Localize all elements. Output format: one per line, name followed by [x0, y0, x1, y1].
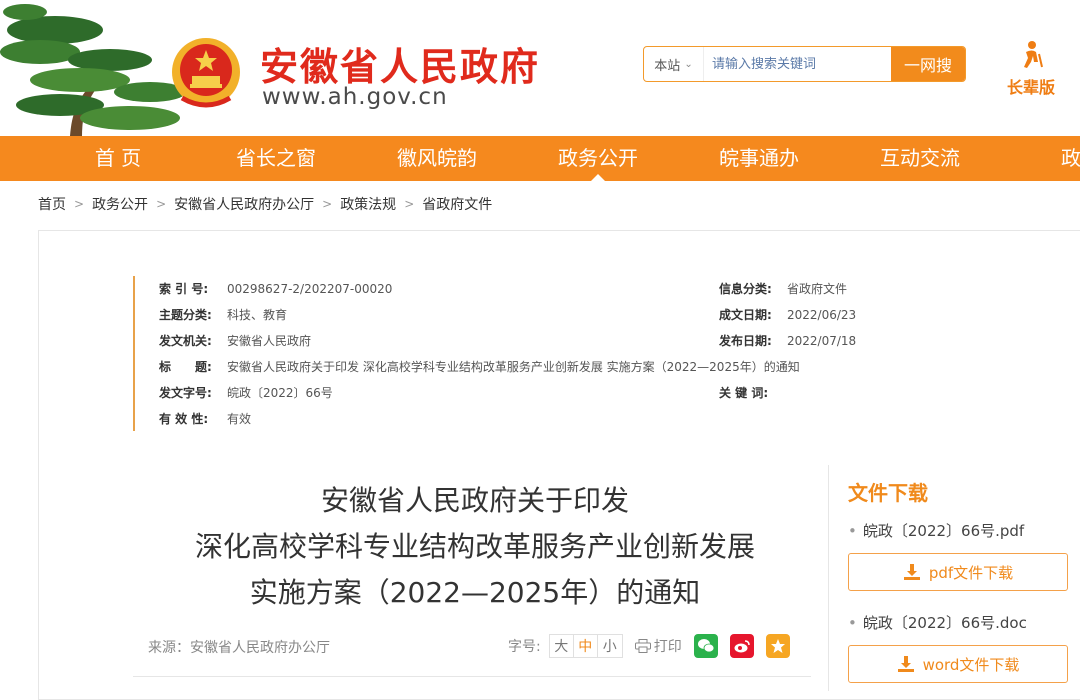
document-title-line: 安徽省人民政府关于印发 — [320, 484, 629, 517]
meta-value: 2022/06/23 — [787, 308, 857, 322]
sidebar-divider — [828, 465, 829, 691]
printer-icon — [634, 639, 651, 653]
search-bar: 本站 ⌄ 一网搜 — [643, 46, 966, 82]
main-nav: 首 页 省长之窗 徽风皖韵 政务公开 皖事通办 互动交流 政府 — [0, 136, 1080, 181]
nav-item-governor[interactable]: 省长之窗 — [196, 136, 356, 181]
pdf-download-label: pdf文件下载 — [928, 563, 1014, 582]
file-name-text: 皖政〔2022〕66号.pdf — [862, 522, 1025, 540]
breadcrumb-gov-affairs[interactable]: 政务公开 — [92, 194, 148, 214]
font-size-small[interactable]: 小 — [598, 635, 622, 657]
star-icon — [770, 639, 785, 653]
weibo-icon — [734, 640, 750, 653]
document-meta-box: 索 引 号: 00298627-2/202207-00020 主题分类: 科技、教育… — [133, 276, 923, 431]
chevron-right-icon: > — [404, 197, 415, 211]
meta-doc-no: 发文字号: 皖政〔2022〕66号 — [159, 383, 333, 403]
article-toolbar: 字号: 大 中 小 打印 — [508, 634, 790, 658]
print-label: 打印 — [653, 639, 682, 655]
meta-pub-date: 发布日期: 2022/07/18 — [719, 331, 856, 351]
nav-item-gov-affairs[interactable]: 政务公开 — [518, 136, 678, 181]
meta-key: 主题分类: — [159, 308, 212, 322]
site-url: www.ah.gov.cn — [262, 84, 448, 110]
meta-value: 安徽省人民政府 — [227, 334, 312, 348]
font-size-label: 字号: — [508, 639, 541, 655]
meta-key: 发布日期: — [719, 334, 772, 348]
meta-key: 信息分类: — [719, 282, 772, 296]
chevron-right-icon: > — [322, 197, 333, 211]
meta-value: 皖政〔2022〕66号 — [227, 386, 333, 400]
breadcrumb-docs[interactable]: 省政府文件 — [422, 194, 492, 214]
file-name-doc: • 皖政〔2022〕66号.doc — [848, 612, 1027, 633]
meta-value: 00298627-2/202207-00020 — [227, 282, 393, 296]
search-scope-label: 本站 — [654, 58, 681, 74]
nav-item-services[interactable]: 皖事通办 — [679, 136, 839, 181]
meta-keywords: 关 键 词: — [719, 383, 787, 403]
chevron-right-icon: > — [156, 197, 167, 211]
meta-made-date: 成文日期: 2022/06/23 — [719, 305, 856, 325]
meta-value: 科技、教育 — [227, 308, 288, 322]
breadcrumb: 首页 > 政务公开 > 安徽省人民政府办公厅 > 政策法规 > 省政府文件 — [38, 194, 492, 214]
site-title[interactable]: 安徽省人民政府 — [260, 36, 540, 91]
meta-issuer: 发文机关: 安徽省人民政府 — [159, 331, 311, 351]
search-input[interactable] — [704, 47, 891, 81]
chevron-right-icon: > — [74, 197, 85, 211]
meta-key: 发文字号: — [159, 386, 212, 400]
breadcrumb-home[interactable]: 首页 — [38, 194, 66, 214]
font-size-large[interactable]: 大 — [550, 635, 574, 657]
document-title-line: 实施方案（2022—2025年）的通知 — [249, 576, 701, 609]
download-icon — [903, 564, 920, 580]
search-button[interactable]: 一网搜 — [891, 47, 965, 81]
meta-key: 关 键 词: — [719, 386, 769, 400]
document-title: 安徽省人民政府关于印发 深化高校学科专业结构改革服务产业创新发展 实施方案（20… — [140, 478, 810, 616]
meta-key: 标 题: — [159, 360, 212, 374]
word-download-label: word文件下载 — [922, 655, 1020, 674]
meta-value: 安徽省人民政府关于印发 深化高校学科专业结构改革服务产业创新发展 实施方案（20… — [227, 360, 800, 374]
breadcrumb-office[interactable]: 安徽省人民政府办公厅 — [174, 194, 314, 214]
document-title-line: 深化高校学科专业结构改革服务产业创新发展 — [194, 530, 755, 563]
meta-key: 索 引 号: — [159, 282, 209, 296]
nav-item-culture[interactable]: 徽风皖韵 — [357, 136, 517, 181]
chevron-down-icon: ⌄ — [684, 58, 693, 70]
document-source: 来源：安徽省人民政府办公厅 — [148, 640, 330, 656]
nav-item-home[interactable]: 首 页 — [38, 136, 198, 181]
file-name-text: 皖政〔2022〕66号.doc — [862, 614, 1027, 632]
meta-index-no: 索 引 号: 00298627-2/202207-00020 — [159, 279, 392, 299]
site-header: 安徽省人民政府 www.ah.gov.cn 本站 ⌄ 一网搜 长辈版 — [0, 0, 1080, 136]
meta-validity: 有 效 性: 有效 — [159, 409, 251, 429]
elder-person-icon — [1024, 41, 1043, 68]
bullet-icon: • — [848, 522, 857, 540]
meta-key: 成文日期: — [719, 308, 772, 322]
meta-value: 2022/07/18 — [787, 334, 857, 348]
file-name-pdf: • 皖政〔2022〕66号.pdf — [848, 520, 1024, 541]
nav-item-interaction[interactable]: 互动交流 — [840, 136, 1000, 181]
elder-mode-label: 长辈版 — [1006, 78, 1055, 97]
font-size-switcher: 大 中 小 — [548, 634, 623, 658]
share-wechat-button[interactable] — [693, 634, 718, 658]
wechat-icon — [697, 639, 715, 653]
breadcrumb-policy[interactable]: 政策法规 — [340, 194, 396, 214]
meta-value: 有效 — [227, 412, 252, 426]
bullet-icon: • — [848, 614, 857, 632]
meta-title: 标 题: 安徽省人民政府关于印发 深化高校学科专业结构改革服务产业创新发展 实施方… — [159, 357, 800, 377]
font-size-medium[interactable]: 中 — [574, 635, 598, 657]
meta-value: 省政府文件 — [787, 282, 848, 296]
search-scope-select[interactable]: 本站 ⌄ — [644, 47, 704, 81]
meta-key: 有 效 性: — [159, 412, 209, 426]
print-button[interactable]: 打印 — [634, 636, 682, 656]
favorite-button[interactable] — [765, 634, 790, 658]
word-download-button[interactable]: word文件下载 — [848, 645, 1068, 683]
national-emblem-icon — [172, 38, 240, 108]
share-weibo-button[interactable] — [729, 634, 754, 658]
download-icon — [897, 656, 914, 672]
divider — [133, 676, 811, 677]
download-section-title: 文件下载 — [848, 481, 928, 505]
meta-topic: 主题分类: 科技、教育 — [159, 305, 287, 325]
nav-item-government[interactable]: 政府 — [1001, 136, 1080, 181]
elder-mode-link[interactable]: 长辈版 — [1000, 40, 1062, 98]
pdf-download-button[interactable]: pdf文件下载 — [848, 553, 1068, 591]
meta-key: 发文机关: — [159, 334, 212, 348]
meta-info-class: 信息分类: 省政府文件 — [719, 279, 847, 299]
